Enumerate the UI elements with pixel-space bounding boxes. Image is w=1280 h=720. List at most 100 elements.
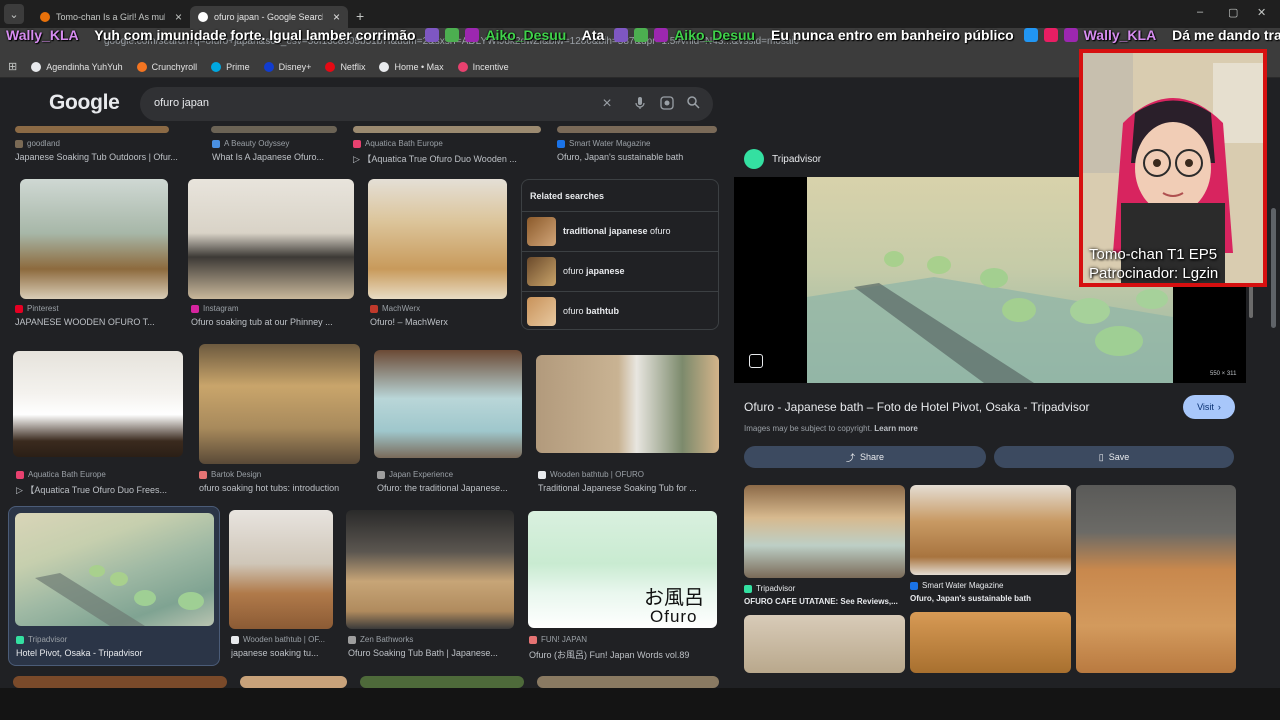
instagram-icon	[191, 304, 199, 313]
result-source[interactable]: goodland	[15, 139, 195, 148]
tab-tomo-chan[interactable]: Tomo-chan Is a Girl! As mulhere ×	[32, 6, 190, 28]
result-image[interactable]	[13, 351, 183, 457]
related-caption[interactable]: OFURO CAFE UTATANE: See Reviews,...	[744, 597, 904, 606]
result-image[interactable]	[346, 510, 514, 629]
apps-grid-icon[interactable]: ⊞	[8, 60, 17, 73]
result-caption[interactable]: Ofuro! – MachWerx	[370, 317, 510, 327]
maximize-button[interactable]: ▢	[1228, 6, 1238, 19]
related-image[interactable]	[910, 485, 1071, 575]
new-tab-button[interactable]: +	[356, 8, 364, 24]
bookmark-max[interactable]: Home • Max	[379, 61, 444, 72]
lens-icon[interactable]	[659, 96, 675, 112]
tab-google-search[interactable]: ofuro japan - Google Search ×	[190, 6, 348, 28]
bookmark-agendinha[interactable]: Agendinha YuhYuh	[31, 61, 123, 72]
tab-title: ofuro japan - Google Search	[214, 12, 323, 22]
clear-icon[interactable]: ×	[599, 96, 615, 112]
result-source[interactable]: Tripadvisor	[16, 635, 206, 644]
save-button[interactable]: ▯ Save	[994, 446, 1234, 468]
related-image[interactable]	[1076, 485, 1236, 673]
result-image[interactable]	[20, 179, 168, 299]
related-source[interactable]: Smart Water Magazine	[910, 581, 1070, 590]
share-button[interactable]: ⤴ Share	[744, 446, 986, 468]
result-image[interactable]	[15, 126, 169, 133]
result-image[interactable]	[537, 676, 719, 688]
result-image[interactable]	[536, 355, 719, 453]
result-source[interactable]: Wooden bathtub | OF...	[231, 635, 331, 644]
source-favicon-icon	[529, 635, 537, 644]
incentive-icon	[457, 61, 468, 72]
scrollbar-thumb[interactable]	[1271, 208, 1276, 328]
result-source[interactable]: FUN! JAPAN	[529, 635, 719, 644]
close-window-button[interactable]: ✕	[1257, 6, 1266, 19]
tab-close-icon[interactable]: ×	[333, 10, 340, 24]
google-logo[interactable]: Google	[49, 91, 120, 115]
related-source[interactable]: Tripadvisor	[744, 584, 904, 593]
source-favicon-icon	[348, 635, 356, 644]
related-image[interactable]	[744, 615, 905, 673]
page-scrollbar[interactable]	[1268, 78, 1280, 688]
result-caption[interactable]: Ofuro Soaking Tub Bath | Japanese...	[348, 648, 513, 658]
result-source[interactable]: Pinterest	[15, 304, 175, 313]
result-source[interactable]: Aquatica Bath Europe	[16, 470, 186, 479]
result-image[interactable]	[199, 344, 360, 464]
result-caption[interactable]: ▷ 【Aquatica True Ofuro Duo Wooden ...	[353, 152, 541, 165]
search-box[interactable]: ofuro japan ×	[140, 87, 713, 121]
microphone-icon[interactable]	[632, 96, 648, 112]
related-image[interactable]	[910, 612, 1071, 673]
result-source[interactable]: Zen Bathworks	[348, 635, 513, 644]
tab-search-button[interactable]: ⌄	[4, 4, 24, 24]
result-caption[interactable]: Ofuro: the traditional Japanese...	[377, 483, 520, 493]
result-caption[interactable]: What Is A Japanese Ofuro...	[212, 152, 340, 162]
result-source[interactable]: Aquatica Bath Europe	[353, 139, 533, 148]
visit-button[interactable]: Visit ›	[1183, 395, 1235, 419]
related-image[interactable]	[744, 485, 905, 578]
bookmark-incentive[interactable]: Incentive	[457, 61, 509, 72]
related-caption[interactable]: Ofuro, Japan's sustainable bath	[910, 594, 1070, 603]
result-caption[interactable]: ofuro soaking hot tubs: introduction	[199, 483, 359, 493]
search-icon[interactable]	[685, 96, 701, 112]
bookmark-netflix[interactable]: Netflix	[325, 61, 365, 72]
result-image[interactable]	[229, 510, 333, 629]
result-image[interactable]	[13, 676, 227, 688]
result-source[interactable]: Smart Water Magazine	[557, 139, 717, 148]
preview-title[interactable]: Ofuro - Japanese bath – Foto de Hotel Pi…	[744, 400, 1090, 414]
result-caption[interactable]: Japanese Soaking Tub Outdoors | Ofur...	[15, 152, 195, 162]
result-source[interactable]: MachWerx	[370, 304, 510, 313]
minimize-button[interactable]: –	[1197, 6, 1203, 18]
result-caption[interactable]: JAPANESE WOODEN OFURO T...	[15, 317, 175, 327]
result-image[interactable]	[353, 126, 541, 133]
result-caption[interactable]: Ofuro soaking tub at our Phinney ...	[191, 317, 351, 327]
result-image-selected[interactable]	[15, 513, 214, 626]
related-search-item[interactable]: ofuro bathtub	[522, 291, 718, 331]
result-source[interactable]: Wooden bathtub | OFURO	[538, 470, 718, 479]
result-image[interactable]	[240, 676, 347, 688]
result-caption[interactable]: Ofuro, Japan's sustainable bath	[557, 152, 717, 162]
result-source[interactable]: Instagram	[191, 304, 351, 313]
emote-icon	[425, 28, 440, 42]
result-caption[interactable]: Ofuro (お風呂) Fun! Japan Words vol.89	[529, 648, 719, 661]
result-image[interactable]	[368, 179, 507, 299]
result-image[interactable]	[374, 350, 522, 458]
result-source[interactable]: A Beauty Odyssey	[212, 139, 342, 148]
result-image[interactable]	[360, 676, 524, 688]
search-input[interactable]: ofuro japan	[154, 97, 209, 109]
result-caption[interactable]: japanese soaking tu...	[231, 648, 331, 658]
result-source[interactable]: Japan Experience	[377, 470, 522, 479]
result-image[interactable]	[211, 126, 337, 133]
learn-more-link[interactable]: Learn more	[874, 424, 918, 433]
result-caption[interactable]: Hotel Pivot, Osaka - Tripadvisor	[16, 648, 211, 658]
bookmark-disney[interactable]: Disney+	[263, 61, 311, 72]
result-caption[interactable]: ▷ 【Aquatica True Ofuro Duo Frees...	[16, 483, 186, 496]
result-image[interactable]	[188, 179, 354, 299]
lens-search-icon[interactable]	[749, 354, 763, 368]
related-search-item[interactable]: traditional japanese ofuro	[522, 211, 718, 251]
related-search-item[interactable]: ofuro japanese	[522, 251, 718, 291]
bookmark-crunchyroll[interactable]: Crunchyroll	[136, 61, 197, 72]
tab-close-icon[interactable]: ×	[175, 10, 182, 24]
result-image[interactable]: お風呂 Ofuro	[528, 511, 717, 628]
bookmark-prime[interactable]: Prime	[211, 61, 250, 72]
result-source[interactable]: Bartok Design	[199, 470, 359, 479]
preview-source[interactable]: Tripadvisor	[772, 154, 821, 165]
result-image[interactable]	[557, 126, 717, 133]
result-caption[interactable]: Traditional Japanese Soaking Tub for ...	[538, 483, 716, 493]
